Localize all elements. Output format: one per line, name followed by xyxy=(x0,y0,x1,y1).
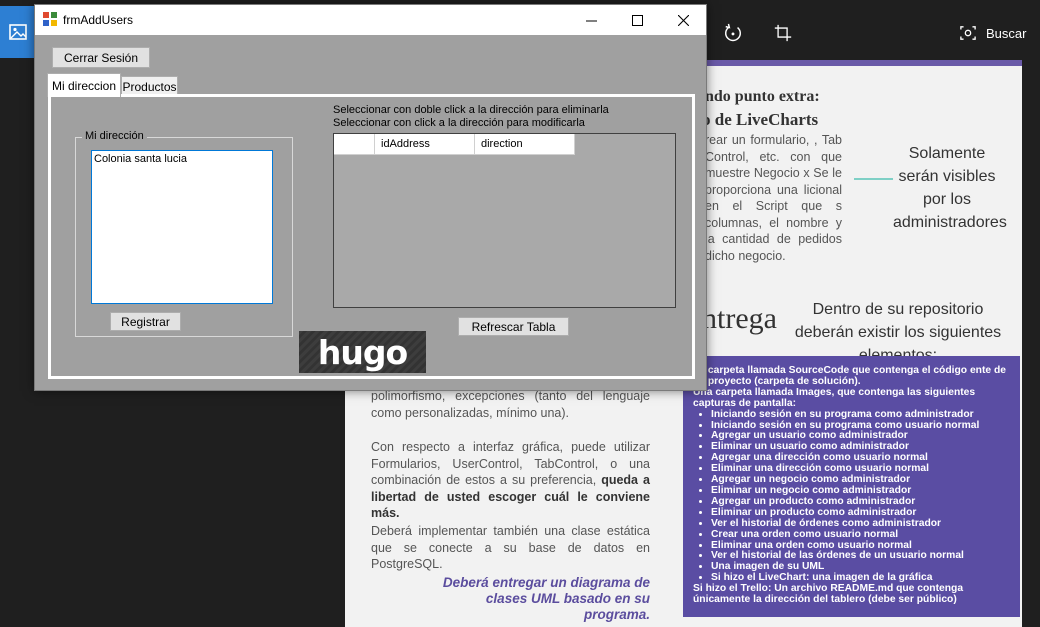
app-icon xyxy=(43,12,57,26)
grid-col-direction[interactable]: direction xyxy=(475,134,575,155)
refrescar-tabla-button[interactable]: Refrescar Tabla xyxy=(458,317,569,336)
heading-entrega: ntrega xyxy=(702,302,777,335)
requirements-outro: Si hizo el Trello: Un archivo README.md … xyxy=(693,583,964,606)
crop-icon[interactable] xyxy=(772,22,794,44)
tab-mi-direccion[interactable]: Mi direccion xyxy=(47,73,121,97)
mi-direccion-groupbox: Mi dirección Colonia santa lucia Registr… xyxy=(75,130,293,337)
address-input[interactable]: Colonia santa lucia xyxy=(91,150,273,304)
close-button[interactable] xyxy=(660,5,706,35)
list-item: Iniciando sesión en su programa como adm… xyxy=(711,409,1012,421)
cerrar-sesion-button[interactable]: Cerrar Sesión xyxy=(52,47,150,68)
italic-note: Deberá entregar un diagrama de clases UM… xyxy=(442,575,650,622)
groupbox-label: Mi dirección xyxy=(82,130,147,142)
image-icon[interactable] xyxy=(0,6,36,58)
window-titlebar: frmAddUsers xyxy=(35,5,706,35)
search-button[interactable]: Buscar xyxy=(960,22,1026,44)
callout-admin: Solamente serán visibles por los adminis… xyxy=(893,145,1007,231)
window-title: frmAddUsers xyxy=(63,13,134,27)
hugo-logo: hugo xyxy=(299,331,426,373)
maximize-button[interactable] xyxy=(614,5,660,35)
heading-punto-extra: ndo punto extra: xyxy=(705,88,820,105)
paragraph-clase-estatica: Deberá implementar también una clase est… xyxy=(371,524,650,571)
frm-add-users-window: frmAddUsers Cerrar Sesión Mi direccion P… xyxy=(34,4,707,391)
hint-delete: Seleccionar con doble click a la direcci… xyxy=(333,104,609,116)
requirements-list: Iniciando sesión en su programa como adm… xyxy=(711,409,1012,585)
rotate-icon[interactable] xyxy=(722,22,744,44)
grid-row-header[interactable] xyxy=(334,134,375,155)
tab-panel-mi-direccion: Mi dirección Colonia santa lucia Registr… xyxy=(48,94,695,379)
grid-col-idaddress[interactable]: idAddress xyxy=(375,134,475,155)
minimize-icon xyxy=(585,20,597,21)
paragraph-interfaz: Con respecto a interfaz gráfica, puede u… xyxy=(371,439,650,522)
maximize-icon xyxy=(631,14,643,26)
minimize-button[interactable] xyxy=(568,5,614,35)
hint-modify: Seleccionar con click a la dirección par… xyxy=(333,117,585,129)
document-top-band xyxy=(705,60,1022,66)
list-item: Crear una orden como usuario normal xyxy=(711,529,1012,541)
list-item: Ver el historial de órdenes como adminis… xyxy=(711,518,1012,530)
visual-search-icon xyxy=(960,26,976,40)
requirements-box: na carpeta llamada SourceCode que conten… xyxy=(683,356,1020,617)
addresses-grid[interactable]: idAddress direction xyxy=(333,133,676,308)
requirements-intro-2: Una carpeta llamada Images, que contenga… xyxy=(693,386,976,409)
search-label: Buscar xyxy=(986,25,1027,41)
accent-line xyxy=(854,178,893,180)
requirements-intro-1: na carpeta llamada SourceCode que conten… xyxy=(693,365,1006,387)
heading-livecharts: o de LiveCharts xyxy=(702,110,819,129)
grid-header: idAddress direction xyxy=(334,134,575,155)
paragraph-polimorfismo: polimorfismo, excepciones (tanto del len… xyxy=(371,389,650,420)
logo-text: hugo xyxy=(317,332,408,372)
registrar-button[interactable]: Registrar xyxy=(110,312,181,331)
close-icon xyxy=(677,14,689,26)
paragraph-livecharts: rear un formulario, , Tab Control, etc. … xyxy=(705,133,842,263)
